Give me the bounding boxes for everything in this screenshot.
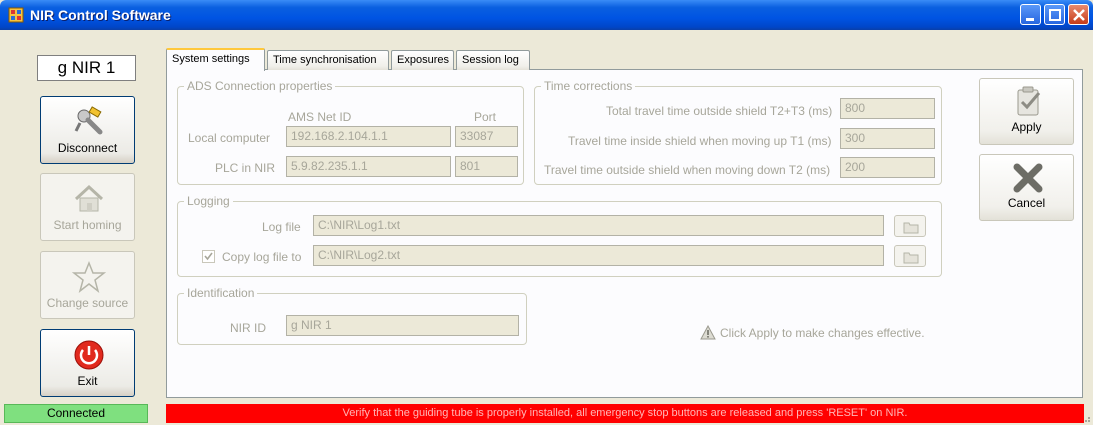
tab-time-synchronisation[interactable]: Time synchronisation [267,50,389,70]
nir-name-display: g NIR 1 [37,55,136,81]
folder-icon [903,252,919,264]
copy-log-browse-button[interactable] [894,245,926,267]
home-icon [74,184,104,212]
cancel-button[interactable]: Cancel [979,154,1074,221]
resize-grip-icon[interactable] [1081,413,1091,423]
cancel-label: Cancel [1007,196,1046,210]
title-bar[interactable]: NIR Control Software [0,0,1093,30]
main-window: NIR Control Software g NIR 1 Disconnect … [0,0,1093,425]
copy-log-field[interactable]: C:\NIR\Log2.txt [313,245,884,266]
change-source-label: Change source [46,296,129,310]
exit-button[interactable]: Exit [40,329,135,397]
nir-id-field[interactable]: g NIR 1 [286,315,519,336]
identification-title: Identification [184,286,258,300]
start-homing-label: Start homing [53,218,122,232]
local-computer-label: Local computer [188,131,271,145]
log-file-label: Log file [262,220,301,234]
minimize-button[interactable] [1020,4,1041,25]
window-title: NIR Control Software [30,7,171,23]
local-port-field[interactable]: 33087 [455,126,518,147]
plc-netid-field[interactable]: 5.9.82.235.1.1 [286,156,451,177]
total-travel-time-label: Total travel time outside shield T2+T3 (… [606,104,833,118]
folder-icon [903,222,919,234]
plc-in-nir-label: PLC in NIR [215,161,276,175]
exit-label: Exit [77,374,98,388]
ads-connection-title: ADS Connection properties [184,79,336,93]
tab-exposures[interactable]: Exposures [391,50,454,70]
cross-icon [1013,163,1043,193]
star-icon [72,260,106,293]
travel-outside-field[interactable]: 200 [840,157,935,178]
port-header: Port [474,110,497,124]
close-button[interactable] [1068,4,1089,25]
disconnect-button[interactable]: Disconnect [40,96,135,164]
warning-icon [700,325,716,340]
total-travel-time-field[interactable]: 800 [840,98,935,119]
ams-net-id-header: AMS Net ID [288,110,352,124]
apply-notice-text: Click Apply to make changes effective. [720,326,925,340]
apply-button[interactable]: Apply [979,78,1074,145]
local-netid-field[interactable]: 192.168.2.104.1.1 [286,126,451,147]
disconnect-label: Disconnect [57,141,118,155]
time-corrections-title: Time corrections [541,79,636,93]
apply-label: Apply [1011,120,1042,134]
connection-status: Connected [4,404,148,423]
status-message: Verify that the guiding tube is properly… [166,404,1084,423]
plug-icon [74,106,103,135]
clipboard-check-icon [1017,86,1041,116]
log-file-field[interactable]: C:\NIR\Log1.txt [313,215,884,236]
power-icon [74,340,104,370]
nir-id-label: NIR ID [230,321,266,335]
logging-title: Logging [184,194,233,208]
travel-inside-field[interactable]: 300 [840,128,935,149]
copy-log-checkbox[interactable] [202,250,215,263]
plc-port-field[interactable]: 801 [455,156,518,177]
log-file-browse-button[interactable] [894,215,926,237]
maximize-button[interactable] [1044,4,1065,25]
travel-outside-label: Travel time outside shield when moving d… [544,163,831,177]
copy-log-label: Copy log file to [222,250,302,264]
travel-inside-label: Travel time inside shield when moving up… [568,134,832,148]
tab-session-log[interactable]: Session log [456,50,530,70]
start-homing-button[interactable]: Start homing [40,173,135,241]
checkmark-icon [204,252,213,261]
app-icon [8,7,24,23]
change-source-button[interactable]: Change source [40,251,135,319]
tab-system-settings[interactable]: System settings [166,48,265,71]
